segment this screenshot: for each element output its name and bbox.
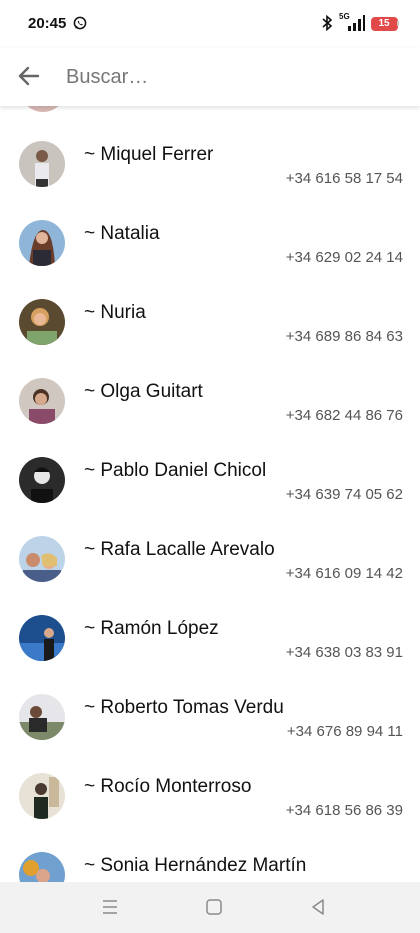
avatar bbox=[19, 378, 65, 424]
avatar bbox=[19, 536, 65, 582]
avatar bbox=[19, 852, 65, 882]
bluetooth-icon bbox=[322, 15, 333, 31]
back-arrow-icon[interactable] bbox=[14, 61, 44, 91]
contact-name: ~ Miquel Ferrer bbox=[84, 144, 214, 165]
list-item[interactable]: ~ Sonia Hernández Martín bbox=[0, 817, 420, 882]
avatar bbox=[19, 220, 65, 266]
home-square-icon[interactable] bbox=[202, 895, 226, 919]
list-item[interactable]: ~ Roberto Tomas Verdu +34 676 89 94 11 bbox=[0, 659, 420, 740]
avatar bbox=[19, 457, 65, 503]
menu-icon[interactable] bbox=[98, 895, 122, 919]
contact-name: ~ Sonia Hernández Martín bbox=[84, 855, 307, 876]
list-item[interactable]: ~ Rafa Lacalle Arevalo +34 616 09 14 42 bbox=[0, 501, 420, 582]
list-item[interactable]: ~ Nuria +34 689 86 84 63 bbox=[0, 264, 420, 345]
avatar bbox=[19, 141, 65, 187]
contact-name: ~ Natalia bbox=[84, 223, 160, 244]
list-item[interactable]: ~ Natalia +34 629 02 24 14 bbox=[0, 185, 420, 266]
contact-list: ~ Miquel Ferrer +34 616 58 17 54 ~ Natal… bbox=[0, 106, 420, 882]
search-header bbox=[0, 48, 420, 106]
battery-tip bbox=[397, 21, 399, 26]
navigation-bar bbox=[0, 882, 420, 933]
avatar bbox=[19, 694, 65, 740]
contact-name: ~ Ramón López bbox=[84, 618, 219, 639]
contact-name: ~ Pablo Daniel Chicol bbox=[84, 460, 267, 481]
contact-name: ~ Rocío Monterroso bbox=[84, 776, 252, 797]
list-item[interactable]: ~ Miquel Ferrer +34 616 58 17 54 bbox=[0, 106, 420, 187]
list-item[interactable]: ~ Pablo Daniel Chicol +34 639 74 05 62 bbox=[0, 422, 420, 503]
status-bar: 20:45 5G 15 bbox=[0, 0, 420, 48]
avatar bbox=[19, 615, 65, 661]
signal-icon bbox=[348, 15, 365, 31]
battery-level: 15 bbox=[378, 18, 390, 29]
search-input[interactable] bbox=[64, 60, 408, 94]
contact-name: ~ Rafa Lacalle Arevalo bbox=[84, 539, 275, 560]
contact-name: ~ Nuria bbox=[84, 302, 146, 323]
avatar bbox=[19, 299, 65, 345]
list-item[interactable]: ~ Olga Guitart +34 682 44 86 76 bbox=[0, 343, 420, 424]
contact-name: ~ Olga Guitart bbox=[84, 381, 203, 402]
contact-name: ~ Roberto Tomas Verdu bbox=[84, 697, 284, 718]
avatar bbox=[19, 773, 65, 819]
status-time: 20:45 bbox=[28, 15, 67, 32]
triangle-back-icon[interactable] bbox=[306, 895, 330, 919]
list-item[interactable]: ~ Ramón López +34 638 03 83 91 bbox=[0, 580, 420, 661]
whatsapp-icon bbox=[73, 16, 87, 30]
list-item[interactable]: ~ Rocío Monterroso +34 618 56 86 39 bbox=[0, 738, 420, 819]
